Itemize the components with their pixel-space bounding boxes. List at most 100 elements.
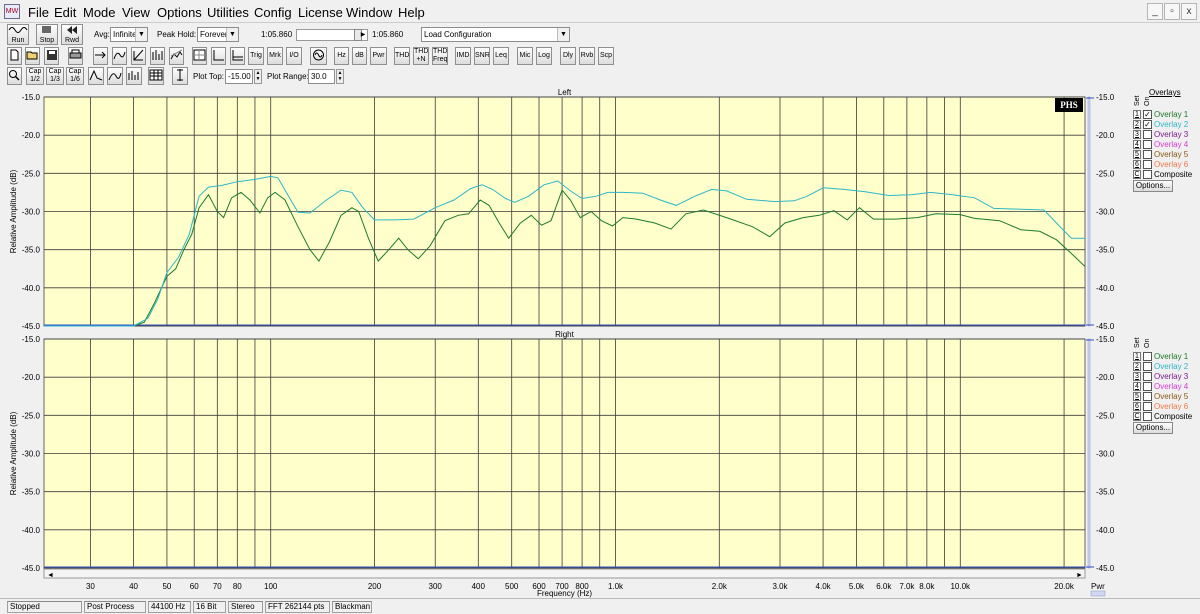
scp-button[interactable]: Scp bbox=[598, 47, 614, 65]
overlay-checkbox[interactable] bbox=[1143, 362, 1152, 371]
menu-file[interactable]: File bbox=[24, 3, 53, 22]
menu-license[interactable]: License bbox=[294, 3, 347, 22]
io-button[interactable]: I/O bbox=[286, 47, 302, 65]
overlay-checkbox[interactable] bbox=[1143, 140, 1152, 149]
menu-window[interactable]: Window bbox=[342, 3, 396, 22]
overlay-checkbox[interactable] bbox=[1143, 372, 1152, 381]
leq-button[interactable]: Leq bbox=[493, 47, 509, 65]
bar-view-button[interactable] bbox=[126, 67, 142, 85]
menu-options[interactable]: Options bbox=[153, 3, 206, 22]
y-tick-label: -45.0 bbox=[22, 322, 41, 331]
hz-button[interactable]: Hz bbox=[334, 47, 349, 65]
cap-third-button[interactable]: Cap 1/3 bbox=[46, 67, 64, 85]
db-button[interactable]: dB bbox=[352, 47, 367, 65]
overlay-checkbox[interactable] bbox=[1143, 150, 1152, 159]
overlay-checkbox[interactable] bbox=[1143, 402, 1152, 411]
overlay-set-button[interactable]: 1 bbox=[1133, 110, 1141, 119]
overlay-checkbox[interactable] bbox=[1143, 392, 1152, 401]
thd-button[interactable]: THD bbox=[394, 47, 410, 65]
dly-button[interactable]: Dly bbox=[560, 47, 576, 65]
baseline-button[interactable] bbox=[230, 47, 245, 65]
overlay-set-button[interactable]: 6 bbox=[1133, 402, 1141, 411]
overlay-row: 4 Overlay 4 bbox=[1131, 382, 1200, 392]
overlay-checkbox[interactable] bbox=[1143, 130, 1152, 139]
mic-button[interactable]: Mic bbox=[517, 47, 533, 65]
zoom-button[interactable] bbox=[7, 67, 22, 85]
menu-mode[interactable]: Mode bbox=[79, 3, 120, 22]
menu-view[interactable]: View bbox=[118, 3, 154, 22]
config-select[interactable]: Load Configuration ▼ bbox=[421, 27, 570, 42]
wave-tool-button[interactable] bbox=[93, 47, 108, 65]
overlay-checkbox[interactable] bbox=[1143, 160, 1152, 169]
axis-button[interactable] bbox=[211, 47, 226, 65]
rewind-button[interactable]: Rwd bbox=[61, 24, 83, 45]
snr-button[interactable]: SNR bbox=[474, 47, 490, 65]
grid-view-button[interactable] bbox=[148, 67, 164, 85]
overlay-set-button[interactable]: 2 bbox=[1133, 120, 1141, 129]
thd-freq-button[interactable]: THD Freq bbox=[432, 47, 448, 65]
overlay-set-button[interactable]: 3 bbox=[1133, 372, 1141, 381]
overlay-set-button[interactable]: C bbox=[1133, 170, 1141, 179]
options-button-right[interactable]: Options... bbox=[1133, 422, 1173, 434]
minimize-button[interactable]: _ bbox=[1147, 3, 1163, 20]
position-start: 1:05.860 bbox=[261, 30, 293, 39]
close-button[interactable]: x bbox=[1181, 3, 1197, 20]
peak-hold-select[interactable]: Forever ▼ bbox=[197, 27, 239, 42]
overlay-set-button[interactable]: C bbox=[1133, 412, 1141, 421]
avg-select[interactable]: Infinite ▼ bbox=[110, 27, 148, 42]
overlay-checkbox[interactable]: ✓ bbox=[1143, 110, 1152, 119]
log-button[interactable]: Log bbox=[536, 47, 552, 65]
overlay-set-button[interactable]: 4 bbox=[1133, 140, 1141, 149]
scope-view-button[interactable] bbox=[192, 47, 207, 65]
cap-sixth-button[interactable]: Cap 1/6 bbox=[66, 67, 84, 85]
spectrogram-button[interactable] bbox=[150, 47, 165, 65]
generator-button[interactable] bbox=[310, 47, 327, 65]
overlay-checkbox[interactable] bbox=[1143, 170, 1152, 179]
cap-half-button[interactable]: Cap 1/2 bbox=[26, 67, 44, 85]
open-file-button[interactable] bbox=[25, 47, 40, 65]
plot-range-spinner[interactable]: ▲ ▼ bbox=[336, 69, 344, 84]
overlay-checkbox[interactable] bbox=[1143, 412, 1152, 421]
plot-range-input[interactable]: 30.0 bbox=[308, 69, 335, 84]
new-file-button[interactable] bbox=[7, 47, 22, 65]
marker-button[interactable]: Mrk bbox=[267, 47, 283, 65]
overlay-checkbox[interactable] bbox=[1143, 352, 1152, 361]
set-label: Set bbox=[1134, 95, 1141, 106]
save-button[interactable] bbox=[44, 47, 59, 65]
trig-button[interactable]: Trig bbox=[248, 47, 264, 65]
imd-button[interactable]: IMD bbox=[455, 47, 471, 65]
overlay-set-button[interactable]: 4 bbox=[1133, 382, 1141, 391]
position-slider[interactable]: ▶ bbox=[296, 29, 368, 41]
sweep-tool-button[interactable] bbox=[131, 47, 146, 65]
plot-top-spinner[interactable]: ▲ ▼ bbox=[254, 69, 262, 84]
peak-view-button[interactable] bbox=[88, 67, 104, 85]
x-axis-label: Frequency (Hz) bbox=[537, 589, 592, 598]
menu-help[interactable]: Help bbox=[394, 3, 429, 22]
overlay-set-button[interactable]: 5 bbox=[1133, 392, 1141, 401]
overlay-set-button[interactable]: 3 bbox=[1133, 130, 1141, 139]
curve-view-button[interactable] bbox=[107, 67, 123, 85]
menu-config[interactable]: Config bbox=[250, 3, 296, 22]
waterfall-button[interactable] bbox=[169, 47, 184, 65]
autoscale-button[interactable] bbox=[172, 67, 188, 85]
restore-button[interactable]: ▫ bbox=[1164, 3, 1180, 20]
options-button-left[interactable]: Options... bbox=[1133, 180, 1173, 192]
overlay-checkbox[interactable]: ✓ bbox=[1143, 120, 1152, 129]
overlay-set-button[interactable]: 5 bbox=[1133, 150, 1141, 159]
overlay-set-button[interactable]: 6 bbox=[1133, 160, 1141, 169]
spectrum-plots[interactable]: -15.0 -15.0 -20.0 -20.0 -25.0 -25.0 -30.0 -30.0… bbox=[0, 88, 1200, 598]
overlay-set-button[interactable]: 2 bbox=[1133, 362, 1141, 371]
overlay-checkbox[interactable] bbox=[1143, 382, 1152, 391]
menu-edit[interactable]: Edit bbox=[50, 3, 80, 22]
response-tool-button[interactable] bbox=[112, 47, 127, 65]
print-button[interactable] bbox=[68, 47, 83, 65]
pwr-button[interactable]: Pwr bbox=[370, 47, 387, 65]
overlay-row: 5 Overlay 5 bbox=[1131, 150, 1200, 160]
menu-utilities[interactable]: Utilities bbox=[203, 3, 253, 22]
overlay-set-button[interactable]: 1 bbox=[1133, 352, 1141, 361]
rvb-button[interactable]: Rvb bbox=[579, 47, 595, 65]
plot-top-input[interactable]: -15.00 bbox=[225, 69, 253, 84]
thd-n-button[interactable]: THD +N bbox=[413, 47, 429, 65]
run-button[interactable]: Run bbox=[7, 24, 29, 45]
stop-button[interactable]: Stop bbox=[36, 24, 58, 45]
